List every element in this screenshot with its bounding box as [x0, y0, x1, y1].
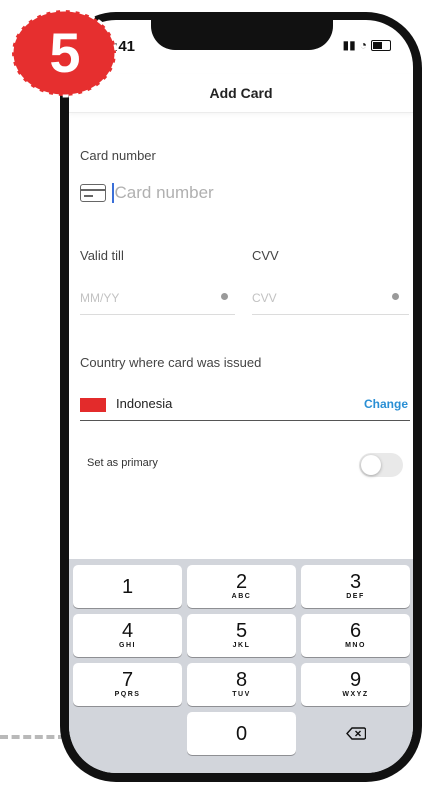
key-digit: 5 [235, 620, 248, 642]
key-digit: 2 [235, 571, 248, 593]
country-label: Country where card was issued [80, 355, 262, 370]
backspace-icon [345, 727, 366, 740]
key-2[interactable]: 2 ABC [187, 565, 296, 608]
key-letters: ABC [231, 593, 252, 600]
key-digit: 9 [349, 669, 362, 691]
battery-icon [371, 39, 391, 51]
cvv-info-icon[interactable] [392, 293, 399, 300]
step-number: 5 [49, 21, 80, 84]
signal-icon: ▮▮ [342, 38, 356, 52]
key-1[interactable]: 1 [73, 565, 182, 608]
country-name: Indonesia [116, 396, 173, 411]
status-icons: ▮▮ ◔ [343, 38, 391, 52]
step-badge: 5 [10, 8, 118, 98]
key-letters: PQRS [114, 691, 141, 698]
key-digit: 6 [349, 620, 362, 642]
phone-screen: 9:41 ▮▮ ◔ Add Card Card number Valid til… [69, 20, 413, 773]
key-8[interactable]: 8 TUV [187, 663, 296, 706]
page-title: Add Card [209, 85, 273, 101]
change-country-button[interactable]: Change [364, 397, 408, 411]
cvv-label: CVV [252, 248, 279, 263]
key-7[interactable]: 7 PQRS [73, 663, 182, 706]
backspace-key[interactable] [301, 712, 410, 755]
key-letters: JKL [232, 642, 251, 649]
key-letters: DEF [346, 593, 365, 600]
key-digit: 4 [121, 620, 134, 642]
numeric-keypad: 1 2 ABC 3 DEF 4 GHI 5 JKL 6 MNO 7 PQRS 8… [69, 559, 413, 773]
key-letters: WXYZ [342, 691, 369, 698]
card-number-field [80, 178, 400, 208]
key-4[interactable]: 4 GHI [73, 614, 182, 657]
phone-frame: 9:41 ▮▮ ◔ Add Card Card number Valid til… [60, 12, 422, 782]
valid-till-info-icon[interactable] [221, 293, 228, 300]
key-letters: MNO [345, 642, 366, 649]
valid-till-label: Valid till [80, 248, 124, 263]
key-letters: GHI [119, 642, 136, 649]
key-0[interactable]: 0 [187, 712, 296, 755]
key-digit: 3 [349, 571, 362, 593]
credit-card-icon [80, 184, 106, 202]
key-digit: 1 [121, 575, 134, 598]
set-primary-label: Set as primary [87, 457, 158, 469]
key-3[interactable]: 3 DEF [301, 565, 410, 608]
text-caret [112, 183, 114, 203]
wifi-icon: ◔ [359, 38, 367, 52]
card-number-label: Card number [80, 148, 156, 163]
cvv-input[interactable] [252, 288, 409, 315]
key-9[interactable]: 9 WXYZ [301, 663, 410, 706]
header-bar: Add Card [69, 74, 413, 113]
indonesia-flag-icon [80, 398, 106, 412]
key-6[interactable]: 6 MNO [301, 614, 410, 657]
key-digit: 7 [121, 669, 134, 691]
country-selector: Indonesia Change [80, 390, 410, 421]
key-letters: TUV [232, 691, 251, 698]
key-5[interactable]: 5 JKL [187, 614, 296, 657]
valid-till-input[interactable] [80, 288, 235, 315]
key-digit: 0 [235, 722, 248, 745]
key-digit: 8 [235, 669, 248, 691]
notch [151, 20, 333, 50]
dashed-connector [0, 735, 66, 739]
toggle-knob [361, 455, 381, 475]
card-number-input[interactable] [114, 183, 355, 203]
set-primary-toggle[interactable] [359, 453, 403, 477]
